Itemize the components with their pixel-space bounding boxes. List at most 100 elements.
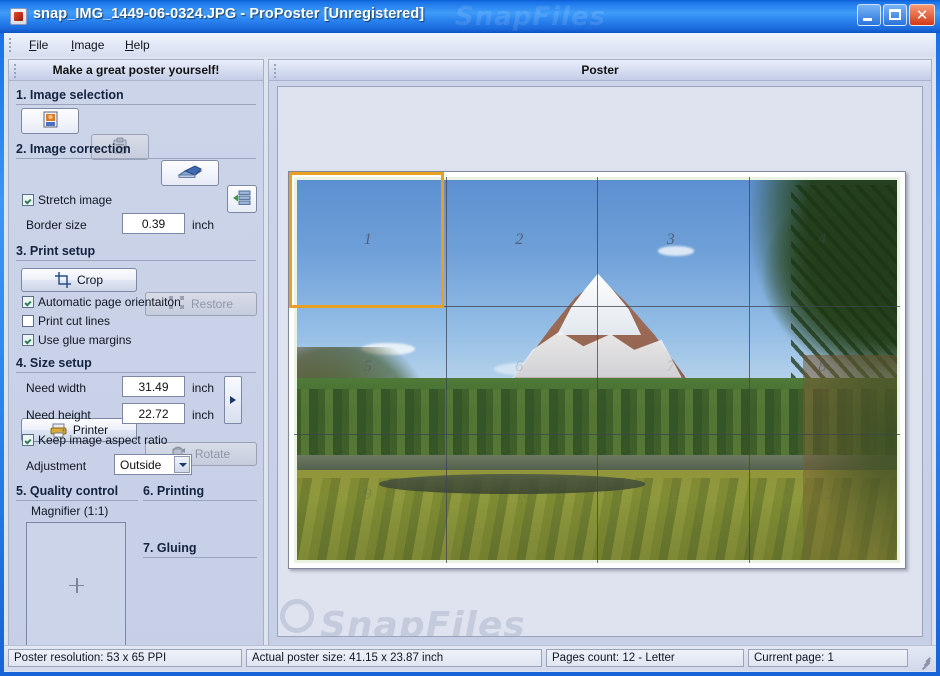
poster-sheet[interactable]: 1 2 3 4 5 6 7 8 9 10 11 12	[288, 171, 906, 569]
page-cell-number[interactable]: 9	[364, 486, 372, 504]
scan-image-button[interactable]	[161, 160, 219, 186]
open-image-button[interactable]	[21, 108, 79, 134]
menu-image-label: mage	[74, 38, 104, 52]
menu-help-label: elp	[134, 38, 150, 52]
restore-button-label: Restore	[191, 297, 233, 311]
section-gluing: 7. Gluing	[143, 541, 257, 558]
resize-grip[interactable]	[919, 655, 933, 669]
status-pages-count: Pages count: 12 - Letter	[546, 649, 744, 667]
status-bar: Poster resolution: 53 x 65 PPI Actual po…	[4, 645, 936, 671]
page-cell-number[interactable]: 10	[515, 486, 531, 504]
border-size-input[interactable]: 0.39	[122, 213, 185, 234]
need-height-unit: inch	[192, 408, 214, 422]
cloud-shape	[658, 246, 694, 255]
chevron-down-icon	[174, 456, 190, 473]
selected-page-highlight[interactable]	[289, 172, 444, 308]
section-quality-control: 5. Quality control	[16, 484, 138, 501]
need-height-input[interactable]: 22.72	[122, 403, 185, 424]
section-print-setup: 3. Print setup	[16, 244, 256, 261]
divider	[16, 500, 138, 501]
status-actual-poster-size: Actual poster size: 41.15 x 23.87 inch	[246, 649, 542, 667]
page-cell-number[interactable]: 6	[515, 358, 523, 376]
checkbox-box	[22, 194, 34, 206]
section-gluing-title: 7. Gluing	[143, 541, 257, 555]
magnifier-label: Magnifier (1:1)	[31, 504, 108, 518]
menu-file[interactable]: File	[24, 37, 53, 53]
image-list-button[interactable]	[227, 185, 257, 213]
automatic-page-orientation-label: Automatic page orientaiton	[38, 295, 181, 309]
grid-line-vertical	[597, 177, 598, 563]
window-title: snap_IMG_1449-06-0324.JPG - ProPoster [U…	[33, 6, 424, 22]
checkbox-box	[22, 434, 34, 446]
section-size-setup-title: 4. Size setup	[16, 356, 256, 370]
section-print-setup-title: 3. Print setup	[16, 244, 256, 258]
grid-line-horizontal	[294, 434, 900, 435]
close-icon: ✕	[910, 5, 934, 25]
section-image-selection-title: 1. Image selection	[16, 88, 256, 102]
minimize-button[interactable]	[857, 4, 881, 26]
menu-bar: File Image Help	[4, 33, 936, 57]
border-size-label: Border size	[26, 218, 87, 232]
grid-line-vertical	[446, 177, 447, 563]
section-printing-title: 6. Printing	[143, 484, 257, 498]
need-height-label: Need height	[26, 408, 91, 422]
poster-canvas[interactable]: SnapFiles	[277, 86, 923, 637]
adjustment-select[interactable]: Outside	[114, 454, 192, 475]
page-cell-number[interactable]: 11	[667, 486, 682, 504]
checkbox-box	[22, 315, 34, 327]
divider	[16, 372, 256, 373]
poster-panel-title: Poster	[269, 63, 931, 77]
crop-button-label: Crop	[77, 273, 103, 287]
need-width-input[interactable]: 31.49	[122, 376, 185, 397]
divider	[16, 158, 256, 159]
page-cell-number[interactable]: 2	[515, 231, 523, 249]
left-tool-panel: Make a great poster yourself! 1. Image s…	[8, 59, 264, 671]
list-add-icon	[233, 190, 251, 209]
photo-pond	[379, 474, 646, 493]
border-size-unit: inch	[192, 218, 214, 232]
maximize-button[interactable]	[883, 4, 907, 26]
page-cell-number[interactable]: 5	[364, 358, 372, 376]
close-button[interactable]: ✕	[909, 4, 935, 26]
scanner-icon	[177, 164, 203, 183]
client-area: File Image Help Make a great poster your…	[4, 33, 936, 672]
divider	[143, 500, 257, 501]
checkbox-box	[22, 334, 34, 346]
menu-help[interactable]: Help	[120, 37, 155, 53]
crosshair-icon	[69, 578, 84, 593]
adjustment-value: Outside	[120, 458, 161, 472]
menu-grip[interactable]	[9, 38, 13, 52]
need-width-label: Need width	[26, 381, 86, 395]
poster-panel: Poster SnapFiles	[268, 59, 932, 671]
crop-button[interactable]: Crop	[21, 268, 137, 292]
section-image-correction: 2. Image correction	[16, 142, 256, 159]
app-icon	[10, 8, 27, 25]
application-window: SnapFiles snap_IMG_1449-06-0324.JPG - Pr…	[0, 0, 940, 676]
snapfiles-logo-icon	[280, 599, 314, 633]
page-cell-number[interactable]: 3	[667, 231, 675, 249]
section-size-setup: 4. Size setup	[16, 356, 256, 373]
photo-right-foliage	[803, 355, 900, 563]
size-expand-button[interactable]	[224, 376, 242, 424]
crop-icon	[55, 272, 71, 288]
rotate-button-label: Rotate	[195, 447, 230, 461]
divider	[143, 557, 257, 558]
section-image-correction-title: 2. Image correction	[16, 142, 256, 156]
need-width-unit: inch	[192, 381, 214, 395]
section-printing: 6. Printing	[143, 484, 257, 501]
page-cell-number[interactable]: 12	[818, 486, 834, 504]
poster-panel-header: Poster	[269, 60, 931, 81]
menu-image[interactable]: Image	[66, 37, 109, 53]
page-cell-number[interactable]: 7	[667, 358, 675, 376]
left-panel-header: Make a great poster yourself!	[9, 60, 263, 81]
page-cell-number[interactable]: 8	[818, 358, 826, 376]
grid-line-vertical	[749, 177, 750, 563]
section-image-selection: 1. Image selection	[16, 88, 256, 105]
section-quality-control-title: 5. Quality control	[16, 484, 138, 498]
title-bar: SnapFiles snap_IMG_1449-06-0324.JPG - Pr…	[0, 0, 940, 33]
page-cell-number[interactable]: 4	[818, 231, 826, 249]
adjustment-label: Adjustment	[26, 459, 86, 473]
photo-top-tree-branches	[791, 185, 900, 378]
window-controls: ✕	[857, 4, 935, 26]
magnifier-preview[interactable]	[26, 522, 126, 647]
